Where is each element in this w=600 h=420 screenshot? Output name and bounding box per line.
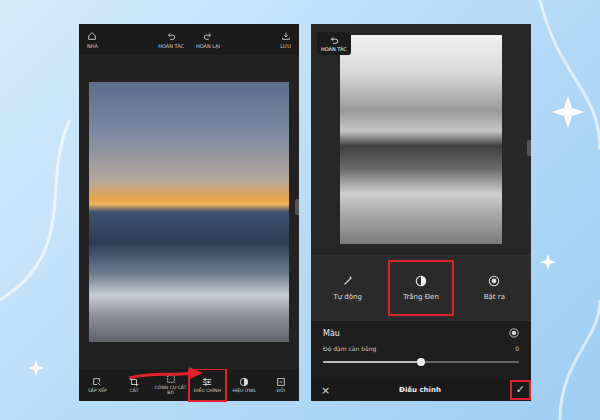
close-button[interactable]: × [321,385,330,396]
toolbar-label: ĐIỀU CHỈNH [194,389,221,394]
confirm-button[interactable]: ✓ [510,380,531,400]
panel-handle[interactable] [295,199,299,215]
photo [89,82,289,342]
contrast-icon [415,275,427,287]
undo-label: HOÀN TÁC [321,46,347,52]
toolbar-label: CÔNG CỤ CẮT BỎ [153,386,188,396]
photo [340,35,502,244]
mode-option[interactable]: Tự động [311,256,384,320]
page: NHÀ HOÀN TÁC HOÀN LẠI LƯU SẮP XẾP CẮT CÔNG CỤ … [0,0,600,420]
slider-fill [323,361,421,363]
top-bar-label: HOÀN TÁC [158,43,184,49]
toolbar-button[interactable]: SẮP XẾP [79,369,116,401]
swap-icon [276,377,286,387]
slider-label: Độ đậm cân bằng [323,345,376,352]
mode-row: Tự động Trắng Đen Bật ra [311,255,531,321]
mode-label: Tự động [333,293,362,301]
panel-handle[interactable] [527,140,531,156]
slider-track[interactable] [323,361,519,363]
mode-option[interactable]: Bật ra [458,256,531,320]
editor-screen: NHÀ HOÀN TÁC HOÀN LẠI LƯU SẮP XẾP CẮT CÔNG CỤ … [79,24,299,401]
toolbar-label: SẮP XẾP [88,389,107,394]
panel-title: Điều chỉnh [399,386,441,394]
top-bar-button[interactable]: NHÀ [87,31,98,49]
toolbar-label: CẮT [130,389,139,394]
bottom-bar: × Điều chỉnh ✓ [311,379,531,401]
undo-icon [329,35,339,45]
photo-area: HOÀN TÁC [311,24,531,255]
top-bar-button[interactable]: HOÀN TÁC [158,31,184,49]
magic-wand-icon [342,275,354,287]
home-icon [87,31,97,41]
slider-thumb[interactable] [417,358,425,366]
top-bar-label: LƯU [280,43,291,49]
undo-icon [166,31,176,41]
adjust-screen: HOÀN TÁC Tự động Trắng Đen Bật ra Màu Độ đậm … [311,24,531,401]
arrange-icon [92,377,102,387]
sliders-icon [202,377,212,387]
toolbar-button[interactable]: HIỆU ỨNG [226,369,263,401]
color-toggle-icon[interactable] [509,328,519,338]
toolbar-button[interactable]: ĐỔI [262,369,299,401]
top-bar-label: HOÀN LẠI [196,43,220,49]
effects-icon [239,377,249,387]
top-bar: NHÀ HOÀN TÁC HOÀN LẠI LƯU [79,24,299,55]
toolbar-label: HIỆU ỨNG [233,389,256,394]
top-bar-label: NHÀ [87,43,98,49]
top-bar-button[interactable]: HOÀN LẠI [196,31,220,49]
redo-icon [203,31,213,41]
photo-area [79,55,299,369]
color-section: Màu [311,321,531,343]
mode-label: Bật ra [484,293,505,301]
toolbar-label: ĐỔI [277,389,285,394]
red-arrow-annotation [127,364,207,384]
download-icon [281,31,291,41]
pop-icon [488,275,500,287]
slider-row: Độ đậm cân bằng 0 [311,343,531,379]
top-bar-button[interactable]: LƯU [280,31,291,49]
mode-option[interactable]: Trắng Đen [384,256,457,320]
undo-button[interactable]: HOÀN TÁC [317,32,351,55]
mode-label: Trắng Đen [403,293,439,301]
section-title: Màu [323,329,340,338]
slider-reading: 0 [515,345,519,352]
